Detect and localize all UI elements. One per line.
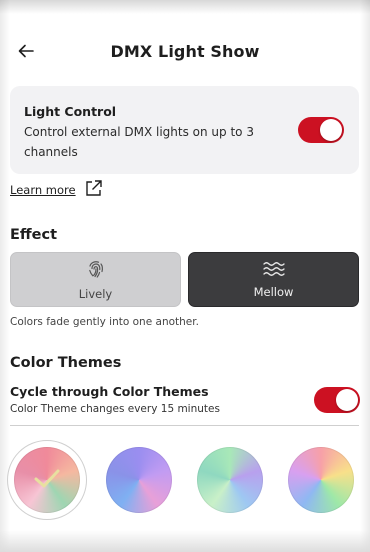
app-header: DMX Light Show: [0, 34, 370, 70]
effect-section-title: Effect: [10, 227, 58, 243]
color-theme-list: [0, 436, 370, 536]
learn-more-link[interactable]: Learn more: [10, 179, 103, 202]
toggle-knob: [336, 389, 358, 411]
fingerprint-icon: [86, 259, 106, 283]
light-control-title: Light Control: [24, 104, 117, 119]
bottom-shadow: [0, 530, 370, 552]
light-control-toggle[interactable]: [298, 117, 344, 143]
effect-mellow-label: Mellow: [253, 284, 294, 299]
learn-more-label: Learn more: [10, 183, 76, 197]
waves-icon: [262, 261, 285, 281]
toggle-knob: [320, 119, 342, 141]
light-control-card: Light Control Control external DMX light…: [10, 86, 359, 174]
section-divider: [10, 425, 359, 426]
color-themes-section-title: Color Themes: [10, 355, 122, 371]
cycle-themes-label: Cycle through Color Themes: [10, 384, 209, 399]
effect-hint: Colors fade gently into one another.: [10, 316, 199, 328]
page-title: DMX Light Show: [110, 42, 260, 61]
effect-mellow-button[interactable]: Mellow: [188, 252, 359, 307]
external-link-icon: [76, 179, 103, 202]
checkmark-icon: [33, 468, 61, 494]
color-theme-4[interactable]: [288, 447, 354, 513]
color-theme-2[interactable]: [106, 447, 172, 513]
effect-lively-label: Lively: [78, 286, 113, 301]
cycle-themes-description: Color Theme changes every 15 minutes: [10, 403, 220, 415]
color-theme-3[interactable]: [197, 447, 263, 513]
light-control-description: Control external DMX lights on up to 3 c…: [24, 125, 254, 159]
effect-lively-button[interactable]: Lively: [10, 252, 181, 307]
top-shadow: [0, 0, 370, 14]
cycle-themes-toggle[interactable]: [314, 387, 360, 413]
